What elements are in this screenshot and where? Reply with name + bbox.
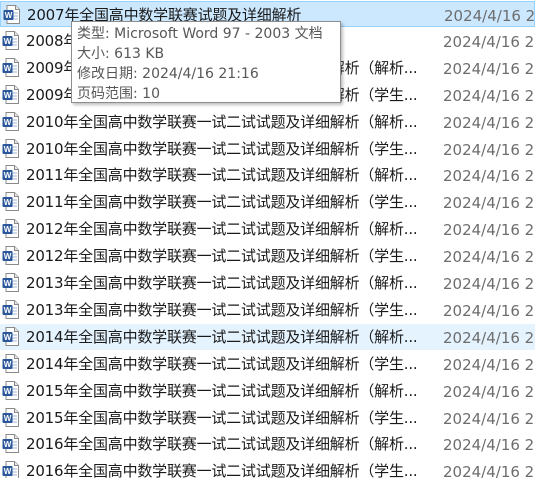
word-document-icon: W: [2, 165, 19, 185]
word-document-icon: W: [2, 326, 19, 346]
svg-text:W: W: [4, 414, 12, 423]
file-date: 2024/4/16 2: [443, 463, 535, 478]
file-row[interactable]: W 2016年全国高中数学联赛一试二试试题及详细解析（解析... 2024/4/16…: [0, 431, 535, 457]
svg-text:W: W: [4, 252, 12, 261]
svg-text:W: W: [4, 172, 12, 181]
file-date: 2024/4/16 2: [443, 86, 535, 105]
word-document-icon: W: [2, 192, 19, 212]
file-row[interactable]: W 2012年全国高中数学联赛一试二试试题及详细解析（学生... 2024/4/16…: [0, 243, 535, 269]
word-document-icon: W: [3, 5, 20, 24]
file-row[interactable]: W 2010年全国高中数学联赛一试二试试题及详细解析（解析... 2024/4/16…: [0, 109, 535, 135]
file-row[interactable]: W 2015年全国高中数学联赛一试二试试题及详细解析（学生... 2024/4/16…: [0, 405, 535, 431]
word-document-icon: W: [2, 219, 19, 239]
file-date: 2024/4/16 2: [443, 194, 535, 213]
svg-text:W: W: [4, 387, 12, 396]
svg-text:W: W: [4, 118, 12, 127]
word-document-icon: W: [2, 299, 19, 319]
tooltip-type: 类型: Microsoft Word 97 - 2003 文档: [77, 26, 323, 42]
svg-text:W: W: [5, 11, 13, 20]
file-row[interactable]: W 2013年全国高中数学联赛一试二试试题及详细解析（解析... 2024/4/16…: [0, 270, 535, 296]
file-name: 2010年全国高中数学联赛一试二试试题及详细解析（学生...: [26, 139, 418, 158]
svg-text:W: W: [4, 198, 12, 207]
tooltip-pages: 页码范围: 10: [77, 86, 160, 102]
file-name: 2012年全国高中数学联赛一试二试试题及详细解析（解析...: [26, 220, 418, 239]
file-date: 2024/4/16 2: [444, 7, 535, 25]
file-name: 2015年全国高中数学联赛一试二试试题及详细解析（解析...: [26, 381, 418, 400]
word-document-icon: W: [2, 138, 19, 158]
word-document-icon: W: [2, 246, 19, 266]
file-name: 2012年全国高中数学联赛一试二试试题及详细解析（学生...: [26, 247, 418, 266]
file-name: 2016年全国高中数学联赛一试二试试题及详细解析（解析...: [26, 435, 418, 454]
word-document-icon: W: [2, 273, 19, 292]
word-document-icon: W: [2, 434, 19, 454]
word-document-icon: W: [2, 380, 19, 400]
file-row[interactable]: W 2014年全国高中数学联赛一试二试试题及详细解析（学生... 2024/4/16…: [0, 351, 535, 377]
file-name: 2013年全国高中数学联赛一试二试试题及详细解析（学生...: [26, 300, 418, 319]
file-name: 2011年全国高中数学联赛一试二试试题及详细解析（解析...: [26, 166, 418, 185]
word-document-icon: W: [2, 353, 19, 373]
file-name: 2013年全国高中数学联赛一试二试试题及详细解析（解析...: [26, 274, 418, 292]
svg-text:W: W: [4, 145, 12, 154]
svg-text:W: W: [4, 225, 12, 234]
file-date: 2024/4/16 2: [443, 248, 535, 267]
file-row[interactable]: W 2016年全国高中数学联赛一试二试试题及详细解析（学生... 2024/4/16…: [0, 458, 535, 478]
file-date: 2024/4/16 2: [443, 409, 535, 428]
file-date: 2024/4/16 2: [443, 113, 535, 132]
word-document-icon: W: [2, 407, 19, 427]
file-date: 2024/4/16 2: [443, 32, 535, 51]
svg-text:W: W: [4, 37, 12, 46]
svg-text:W: W: [4, 441, 12, 450]
file-name: 2015年全国高中数学联赛一试二试试题及详细解析（学生...: [26, 408, 418, 427]
word-document-icon: W: [2, 30, 19, 50]
file-date: 2024/4/16 2: [443, 221, 535, 240]
file-row[interactable]: W 2010年全国高中数学联赛一试二试试题及详细解析（学生... 2024/4/16…: [0, 136, 535, 162]
file-row[interactable]: W 2011年全国高中数学联赛一试二试试题及详细解析（解析... 2024/4/16…: [0, 162, 535, 188]
file-date: 2024/4/16 2: [443, 382, 535, 401]
file-date: 2024/4/16 2: [443, 355, 535, 374]
word-document-icon: W: [2, 84, 19, 104]
svg-text:W: W: [4, 279, 12, 288]
word-document-icon: W: [2, 57, 19, 77]
tooltip-size: 大小: 613 KB: [77, 46, 165, 62]
file-name: 2014年全国高中数学联赛一试二试试题及详细解析（解析...: [26, 327, 418, 346]
svg-text:W: W: [4, 91, 12, 100]
word-document-icon: W: [2, 461, 19, 478]
file-row[interactable]: W 2014年全国高中数学联赛一试二试试题及详细解析（解析... 2024/4/16…: [0, 323, 535, 350]
file-date: 2024/4/16 2: [443, 275, 535, 293]
file-row[interactable]: W 2011年全国高中数学联赛一试二试试题及详细解析（学生... 2024/4/16…: [0, 189, 535, 215]
file-date: 2024/4/16 2: [443, 328, 535, 347]
file-date: 2024/4/16 2: [443, 167, 535, 186]
svg-text:W: W: [4, 306, 12, 315]
file-date: 2024/4/16 2: [443, 301, 535, 320]
file-name: 2014年全国高中数学联赛一试二试试题及详细解析（学生...: [26, 354, 418, 373]
file-date: 2024/4/16 2: [443, 436, 535, 455]
tooltip-modified: 修改日期: 2024/4/16 21:16: [77, 66, 259, 82]
file-row[interactable]: W 2012年全国高中数学联赛一试二试试题及详细解析（解析... 2024/4/16…: [0, 216, 535, 242]
file-info-tooltip: 类型: Microsoft Word 97 - 2003 文档 大小: 613 …: [71, 21, 341, 103]
svg-text:W: W: [4, 360, 12, 369]
file-row[interactable]: W 2015年全国高中数学联赛一试二试试题及详细解析（解析... 2024/4/16…: [0, 378, 535, 404]
file-name: 2016年全国高中数学联赛一试二试试题及详细解析（学生...: [26, 462, 418, 478]
file-name: 2011年全国高中数学联赛一试二试试题及详细解析（学生...: [26, 193, 418, 212]
svg-text:W: W: [4, 333, 12, 342]
file-row[interactable]: W 2013年全国高中数学联赛一试二试试题及详细解析（学生... 2024/4/16…: [0, 297, 535, 323]
file-date: 2024/4/16 2: [443, 140, 535, 159]
svg-text:W: W: [4, 64, 12, 73]
file-name: 2010年全国高中数学联赛一试二试试题及详细解析（解析...: [26, 112, 418, 131]
word-document-icon: W: [2, 111, 19, 131]
svg-text:W: W: [4, 467, 12, 476]
file-date: 2024/4/16 2: [443, 59, 535, 78]
